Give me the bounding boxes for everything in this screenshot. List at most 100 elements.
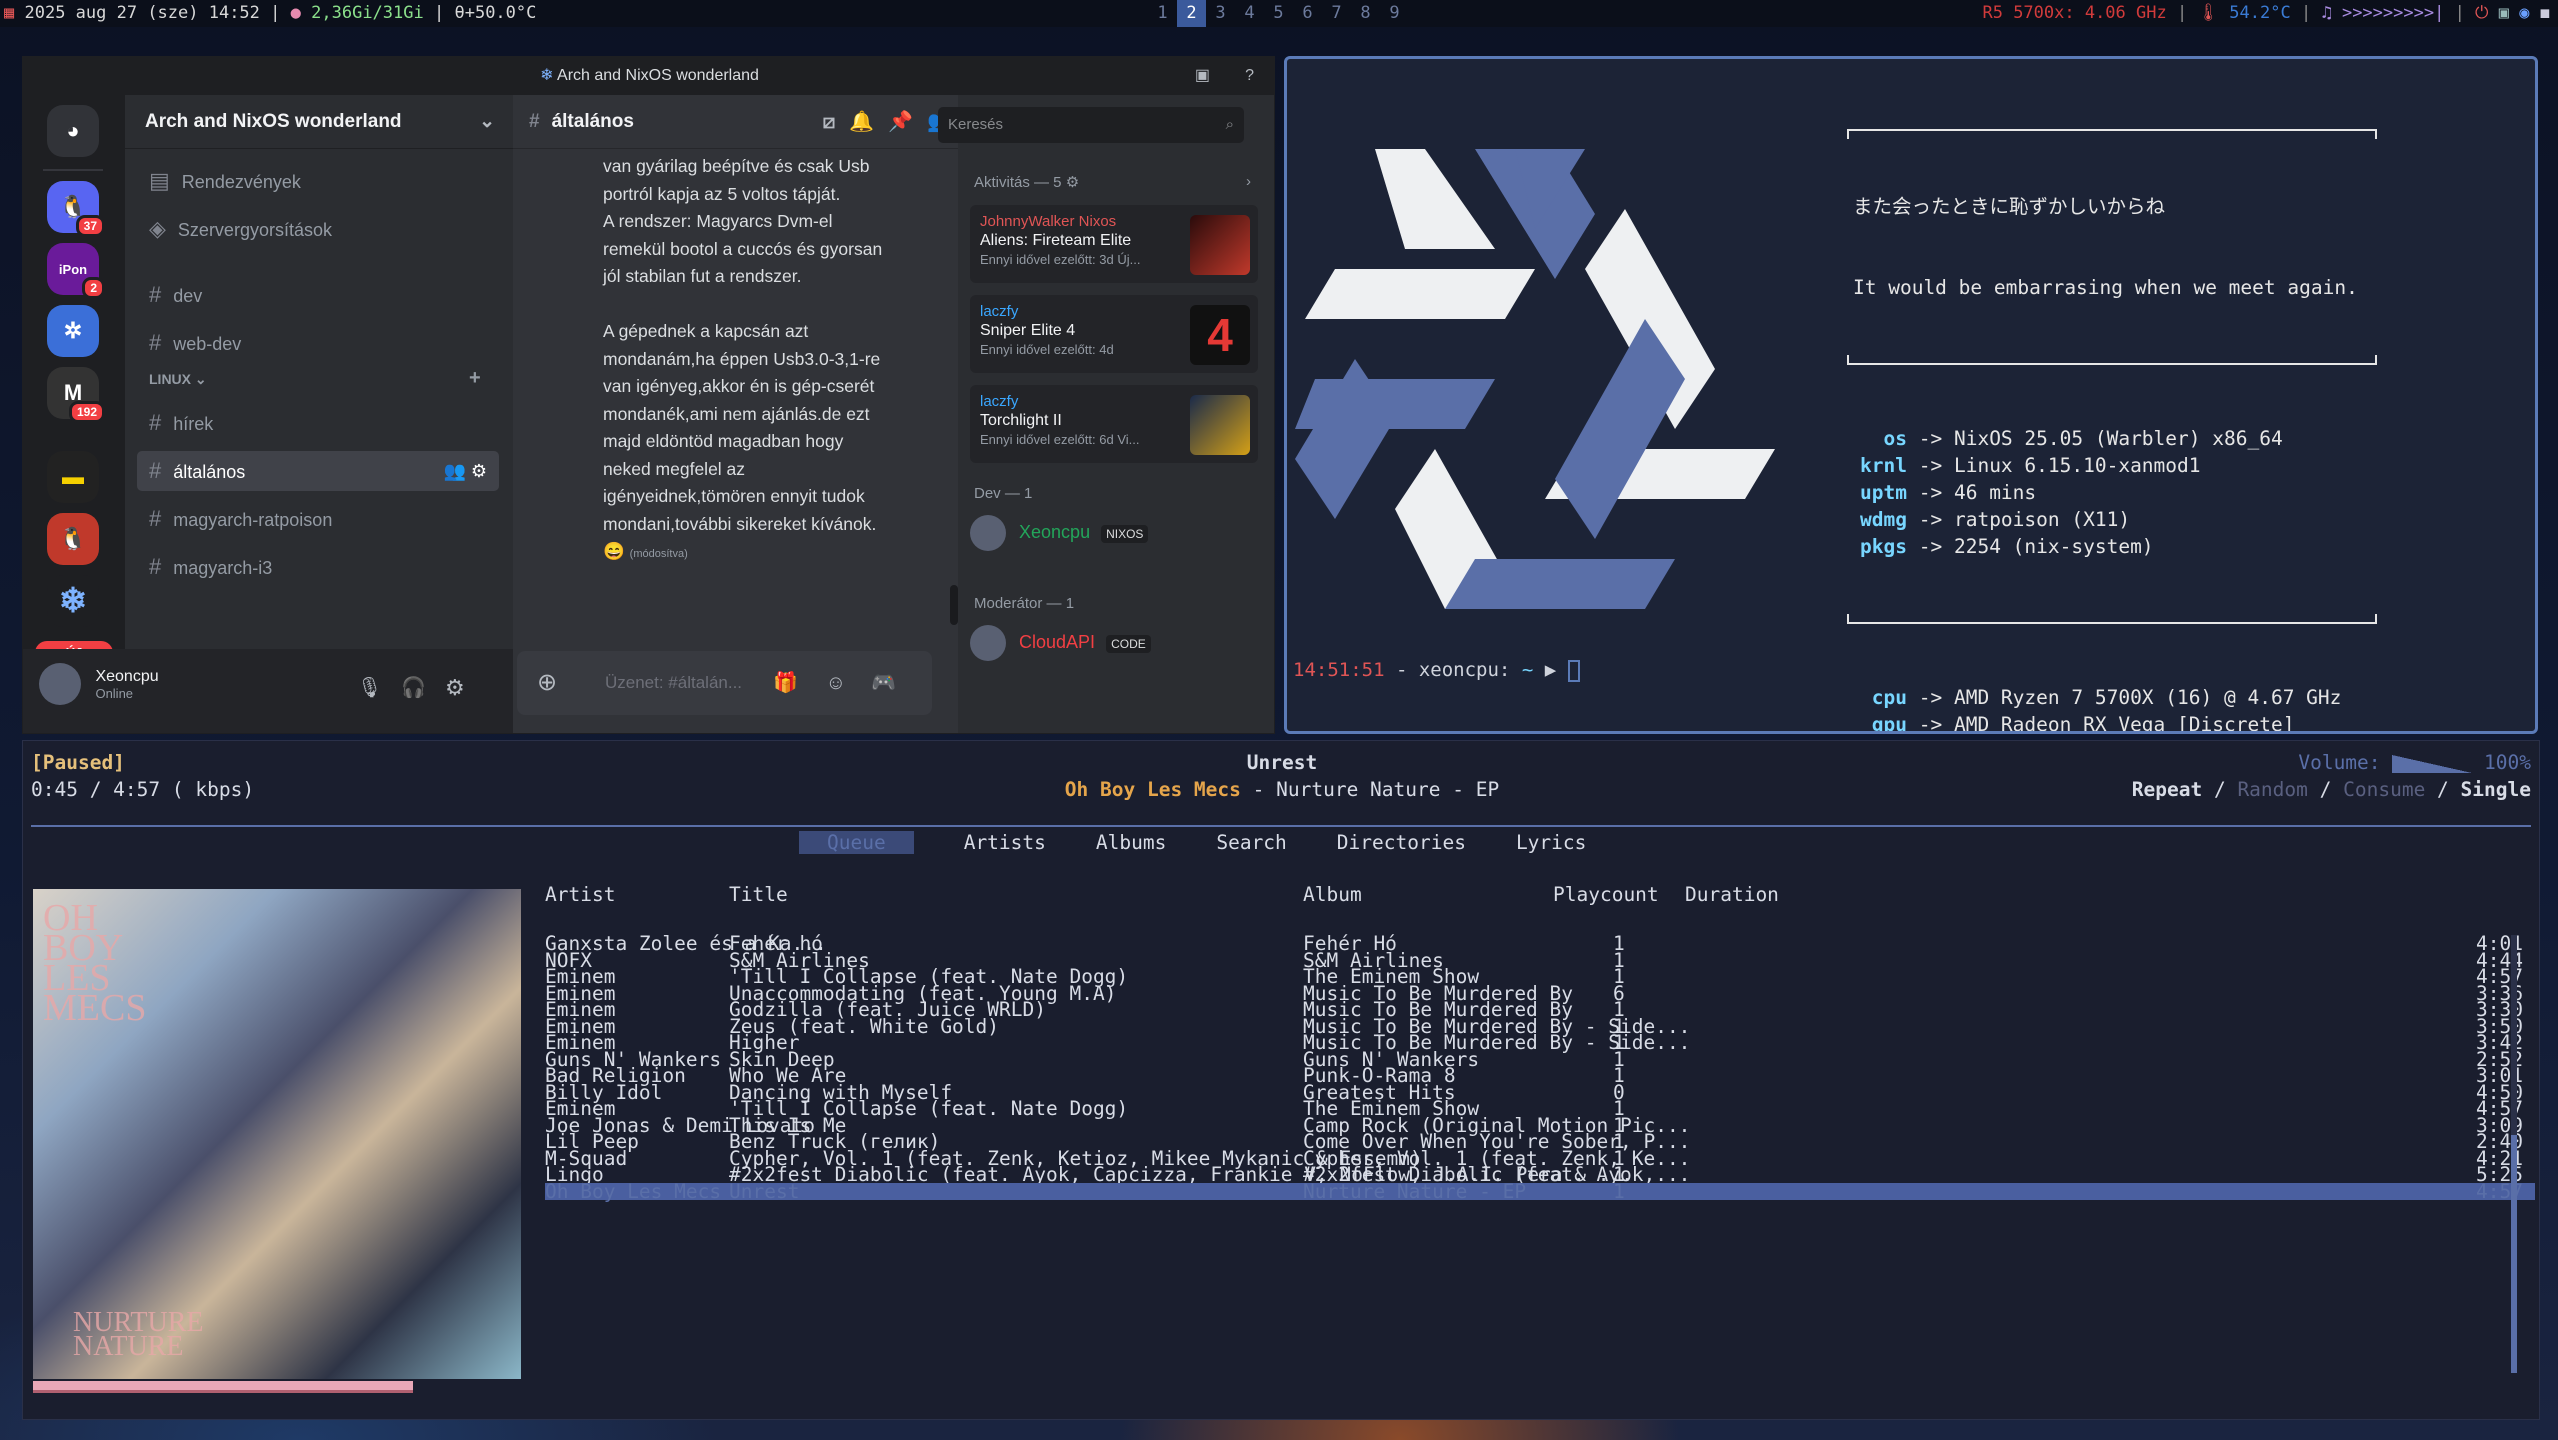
queue-row[interactable]: Lingo #2x2fest Diabolic (feat. Ayok, Capc… xyxy=(545,1165,2535,1185)
menu-events[interactable]: ▤ Rendezvények xyxy=(137,161,499,201)
brain-icon: ● xyxy=(290,3,301,23)
avatar[interactable] xyxy=(39,663,81,705)
workspace-list: 123456789 xyxy=(1148,0,1409,27)
gamepad-icon[interactable]: 🎮 xyxy=(871,651,896,715)
server-icon-gear[interactable]: ✲ xyxy=(47,305,99,357)
member-row[interactable]: Xeoncpu NIXOS xyxy=(970,515,1149,551)
workspace-2[interactable]: 2 xyxy=(1177,0,1206,27)
status-bar: ▦ 2025 aug 27 (sze) 14:52 | ● 2,36Gi/31G… xyxy=(0,0,2558,27)
workspace-9[interactable]: 9 xyxy=(1380,0,1409,27)
server-icon-yellow[interactable]: ▬ xyxy=(47,451,99,503)
channel-hirek[interactable]: # hírek xyxy=(137,403,499,443)
sticker-icon[interactable]: ☺ xyxy=(826,651,846,715)
volume-bar xyxy=(2392,754,2473,773)
scrollbar[interactable] xyxy=(950,585,958,625)
workspace-1[interactable]: 1 xyxy=(1148,0,1177,27)
server-icon-tux[interactable]: 🐧 xyxy=(47,513,99,565)
channel-magyarch-ratpoison[interactable]: # magyarch-ratpoison xyxy=(137,499,499,539)
headphones-icon[interactable]: 🎧 xyxy=(401,675,426,700)
shell-prompt[interactable]: 14:51:51 - xeoncpu: ~ ▶ xyxy=(1293,659,1580,682)
user-status: Online xyxy=(95,685,134,701)
member-row[interactable]: CloudAPI CODE xyxy=(970,625,1151,661)
playback-modes[interactable]: Repeat / Random / Consume / Single xyxy=(2132,776,2531,803)
tab-lyrics[interactable]: Lyrics xyxy=(1516,831,1586,854)
server-icon-ipon[interactable]: iPon 2 xyxy=(47,243,105,299)
channel-magyarch-i3[interactable]: # magyarch-i3 xyxy=(137,547,499,587)
song-title: Unrest xyxy=(1246,751,1318,774)
category-linux[interactable]: LINUX ⌄ + xyxy=(149,367,481,389)
gift-icon[interactable]: 🎁 xyxy=(773,651,798,715)
server-icon-1[interactable]: 🐧 37 xyxy=(47,181,105,237)
progress-bar[interactable] xyxy=(33,1381,413,1393)
thermometer-icon: 🌡 xyxy=(2197,3,2220,23)
prompt-arrow-icon: ▶ xyxy=(1544,659,1557,681)
help-icon[interactable]: ? xyxy=(1245,57,1254,95)
column-playcount[interactable]: Playcount xyxy=(1553,881,1659,908)
system-info: os -> NixOS 25.05 (Warbler) x86_64 krnl -… xyxy=(1847,425,2377,560)
tray-discord-icon[interactable]: ◼ xyxy=(2540,3,2550,23)
workspace-6[interactable]: 6 xyxy=(1293,0,1322,27)
channel-web-dev[interactable]: # web-dev xyxy=(137,323,499,363)
column-duration[interactable]: Duration xyxy=(1685,881,1779,908)
cell-album: Nurture Nature - EP xyxy=(1303,1179,1527,1203)
member-list: Keresés ⌕ Aktivitás — 5 ⚙ › JohnnyWalker N… xyxy=(938,95,1274,733)
column-album[interactable]: Album xyxy=(1303,881,1362,908)
server-header[interactable]: Arch and NixOS wonderland ⌄ xyxy=(125,95,513,149)
info-row: krnl -> Linux 6.15.10-xanmod1 xyxy=(1860,454,2201,477)
hash-icon: # xyxy=(149,330,162,355)
tab-search[interactable]: Search xyxy=(1216,831,1286,854)
workspace-5[interactable]: 5 xyxy=(1264,0,1293,27)
add-attachment-icon[interactable]: ⊕ xyxy=(537,651,557,715)
workspace-8[interactable]: 8 xyxy=(1351,0,1380,27)
cell-playcount: 1 xyxy=(1613,1179,1625,1203)
tab-queue[interactable]: Queue xyxy=(799,831,914,854)
tray-monitor-icon[interactable]: ▣ xyxy=(2499,3,2509,23)
server-icon-nixos[interactable]: ❄ xyxy=(47,575,99,627)
dev-header: Dev — 1 xyxy=(974,485,1033,502)
activity-card[interactable]: laczfy Torchlight II Ennyi idővel ezelőt… xyxy=(970,385,1258,463)
settings-icon[interactable]: 👥 ⚙ xyxy=(443,451,487,491)
settings-icon[interactable]: ⚙ xyxy=(445,675,465,701)
channel-altalanos[interactable]: # általános 👥 ⚙ xyxy=(137,451,499,491)
info-row: cpu -> AMD Ryzen 7 5700X (16) @ 4.67 GHz xyxy=(1871,686,2342,709)
calendar-icon: ▤ xyxy=(149,168,170,193)
workspace-3[interactable]: 3 xyxy=(1206,0,1235,27)
queue-row[interactable]: Oh Boy Les Mecs Unrest Nurture Nature - EP… xyxy=(545,1179,2535,1203)
server-icon-m[interactable]: M 192 xyxy=(47,367,105,423)
edited-label: (módosítva) xyxy=(629,548,688,560)
server-list: ◕ 🐧37 iPon2 ✲ M192 ▬ 🐧 ❄ ÚJ xyxy=(23,95,125,733)
memory-text: 2,36Gi/31Gi xyxy=(311,3,424,23)
inbox-icon[interactable]: ▣ xyxy=(1195,57,1210,95)
terminal-window[interactable]: また会ったときに恥ずかしいからね It would be embarrasing… xyxy=(1284,56,2538,734)
mention-badge: 2 xyxy=(82,277,105,299)
power-icon[interactable]: ⏻ xyxy=(2475,3,2488,23)
home-discord-icon[interactable]: ◕ xyxy=(47,105,99,157)
tab-albums[interactable]: Albums xyxy=(1096,831,1166,854)
message-input[interactable]: ⊕ Üzenet: #általán... 🎁 ☺ 🎮 xyxy=(517,651,932,715)
workspace-4[interactable]: 4 xyxy=(1235,0,1264,27)
workspace-7[interactable]: 7 xyxy=(1322,0,1351,27)
channel-dev[interactable]: # dev xyxy=(137,275,499,315)
tray-app-icon[interactable]: ◉ xyxy=(2519,3,2529,23)
search-input[interactable]: Keresés ⌕ xyxy=(938,107,1244,143)
status-right: R5 5700x: 4.06 GHz | 🌡 54.2°C | ♫ >>>>>>… xyxy=(1982,3,2550,23)
add-channel-icon[interactable]: + xyxy=(469,367,481,390)
tab-directories[interactable]: Directories xyxy=(1337,831,1466,854)
mic-icon[interactable]: 🎙 xyxy=(357,675,382,700)
column-title[interactable]: Title xyxy=(729,881,788,908)
activity-card[interactable]: JohnnyWalker Nixos Aliens: Fireteam Elit… xyxy=(970,205,1258,283)
user-panel: Xeoncpu Online 🎙 🎧 ⚙ xyxy=(23,649,513,733)
queue-row[interactable]: Eminem Higher Music To Be Murdered By - Si… xyxy=(545,1033,2535,1053)
window-titlebar: ❄ Arch and NixOS wonderland ▣ ? xyxy=(23,57,1274,95)
scrollbar[interactable] xyxy=(2511,935,2517,1373)
column-artist[interactable]: Artist xyxy=(545,881,615,908)
mention-badge: 192 xyxy=(68,401,105,423)
channel-list: Arch and NixOS wonderland ⌄ ▤ Rendezvények… xyxy=(125,95,513,733)
volume[interactable]: Volume: 100% xyxy=(2298,749,2531,776)
activity-card[interactable]: laczfy Sniper Elite 4 Ennyi idővel ezelő… xyxy=(970,295,1258,373)
info-row: wdmg -> ratpoison (X11) xyxy=(1860,508,2131,531)
activity-header[interactable]: Aktivitás — 5 ⚙ › xyxy=(974,173,1251,191)
chevron-right-icon: › xyxy=(1246,173,1251,190)
tab-artists[interactable]: Artists xyxy=(964,831,1046,854)
menu-boosts[interactable]: ◈ Szervergyorsítások xyxy=(137,209,499,249)
